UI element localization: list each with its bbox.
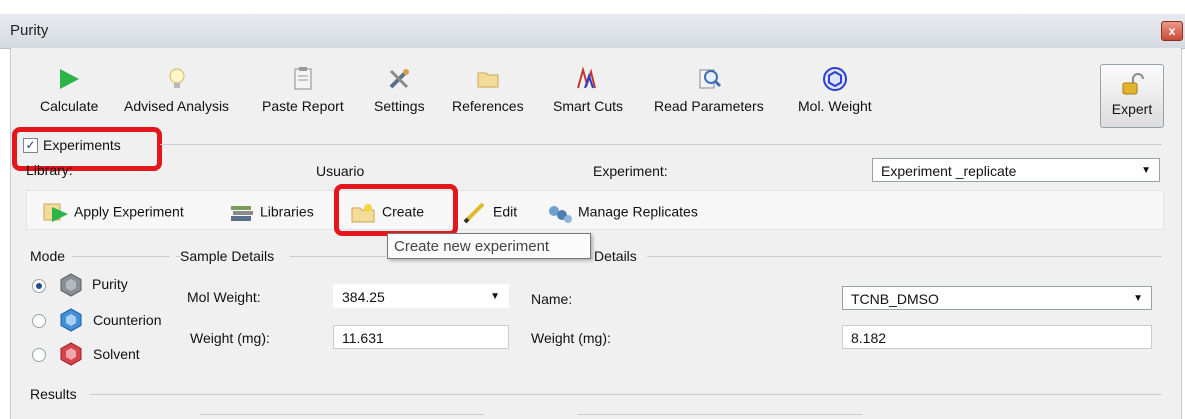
lightbulb-icon (169, 68, 185, 88)
paste-report-button[interactable]: Paste Report (262, 66, 344, 114)
close-icon: x (1168, 24, 1176, 38)
sample-group-line (290, 256, 386, 257)
results-group-line (90, 394, 1162, 395)
calculate-button[interactable]: Calculate (40, 66, 98, 114)
smart-cuts-icon (577, 66, 596, 89)
magnifier-document-icon (699, 69, 721, 89)
mol-weight-value: 384.25 (342, 289, 385, 305)
manage-replicates-label: Manage Replicates (578, 203, 698, 220)
reference-name-value: TCNB_DMSO (851, 291, 939, 307)
sample-weight-value: 11.631 (342, 330, 384, 346)
advised-analysis-button[interactable]: Advised Analysis (124, 66, 229, 114)
reference-weight-value: 8.182 (851, 330, 887, 346)
reference-weight-input[interactable]: 8.182 (842, 325, 1152, 349)
experiments-group-line (160, 144, 1162, 145)
play-icon (60, 69, 80, 89)
read-parameters-label: Read Parameters (654, 98, 764, 114)
library-label: Library: (26, 162, 73, 178)
sample-weight-label: Weight (mg): (190, 330, 270, 346)
mol-weight-label: Mol Weight: (187, 289, 261, 305)
libraries-button[interactable]: Libraries (228, 202, 314, 224)
experiment-label: Experiment: (593, 163, 668, 179)
calculate-label: Calculate (40, 98, 99, 114)
mol-weight-label: Mol. Weight (798, 98, 872, 114)
references-label: References (452, 98, 524, 114)
title-bar: Purity x (0, 14, 1185, 49)
mol-weight-select[interactable]: 384.25 ▼ (333, 284, 509, 308)
mode-group-line (72, 256, 170, 257)
mol-weight-button[interactable]: Mol. Weight (798, 66, 872, 114)
create-highlight (334, 184, 458, 236)
apply-experiment-button[interactable]: Apply Experiment (42, 202, 184, 224)
experiment-select-value: Experiment _replicate (881, 163, 1017, 179)
pencil-icon (463, 202, 485, 224)
experiment-select[interactable]: Experiment _replicate ▼ (872, 158, 1160, 182)
mode-radio-purity[interactable] (32, 279, 46, 293)
manage-replicates-button[interactable]: Manage Replicates (546, 202, 698, 224)
create-tooltip: Create new experiment (387, 233, 591, 259)
books-icon (231, 206, 253, 221)
smart-cuts-button[interactable]: Smart Cuts (553, 66, 623, 114)
reference-name-label: Name: (531, 291, 573, 307)
references-button[interactable]: References (452, 66, 524, 114)
edit-label: Edit (493, 203, 518, 220)
paste-report-icon (294, 67, 312, 90)
apply-experiment-icon (43, 203, 68, 222)
sample-weight-input[interactable]: 11.631 (333, 325, 509, 349)
apply-experiment-label: Apply Experiment (74, 203, 184, 220)
library-value: Usuario (316, 163, 365, 179)
unlock-icon (1122, 73, 1144, 95)
mode-radio-solvent[interactable] (32, 348, 46, 362)
tooltip-text: Create new experiment (394, 238, 550, 255)
mode-option-solvent: Solvent (93, 346, 140, 362)
results-field-edge-right (578, 414, 862, 415)
reference-group-line (647, 256, 1162, 257)
settings-label: Settings (374, 98, 425, 114)
results-group-title: Results (30, 386, 77, 402)
mode-radio-counterion[interactable] (32, 314, 46, 328)
results-field-edge-left (200, 414, 484, 415)
edit-button[interactable]: Edit (461, 202, 517, 224)
reference-weight-label: Weight (mg): (531, 330, 611, 346)
chevron-down-icon: ▼ (1133, 293, 1143, 304)
mode-group-title: Mode (30, 248, 66, 264)
smart-cuts-label: Smart Cuts (553, 98, 624, 114)
window-title: Purity (10, 22, 49, 39)
read-parameters-button[interactable]: Read Parameters (654, 66, 764, 114)
mode-option-purity: Purity (92, 276, 128, 292)
paste-report-label: Paste Report (262, 98, 344, 114)
hexagon-molecule-icon (822, 67, 847, 91)
reference-details-title: Details (594, 248, 637, 264)
tools-icon (389, 69, 410, 89)
expert-button[interactable]: Expert (1100, 64, 1164, 128)
close-button[interactable]: x (1161, 21, 1183, 41)
expert-label: Expert (1111, 101, 1153, 117)
advised-analysis-label: Advised Analysis (124, 98, 230, 114)
replicates-icon (549, 206, 572, 223)
reference-name-select[interactable]: TCNB_DMSO ▼ (842, 286, 1152, 310)
solvent-hexagon-icon (60, 342, 82, 366)
chevron-down-icon: ▼ (1141, 165, 1151, 176)
counterion-hexagon-icon (60, 308, 82, 332)
purity-hexagon-icon (60, 273, 82, 297)
folder-icon (477, 72, 499, 88)
libraries-label: Libraries (260, 203, 314, 220)
mode-option-counterion: Counterion (93, 312, 162, 328)
sample-details-title: Sample Details (180, 248, 275, 264)
settings-button[interactable]: Settings (374, 66, 425, 114)
chevron-down-icon: ▼ (490, 291, 500, 302)
